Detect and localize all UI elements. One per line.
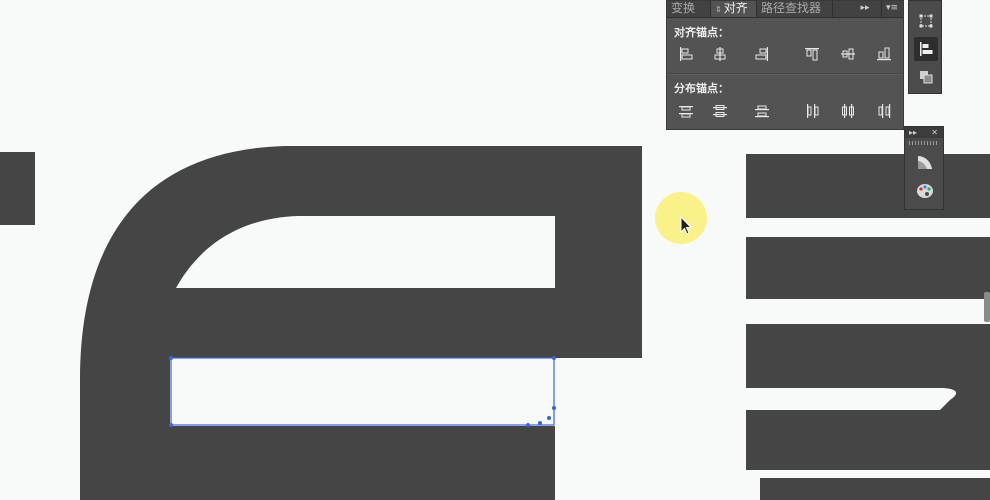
distribute-horizontal-center-button[interactable] — [837, 102, 859, 120]
floating-panel-header: ▸▸ ✕ — [905, 127, 943, 138]
horizontal-align-left-icon — [680, 47, 693, 61]
floating-panel: ▸▸ ✕ — [904, 126, 944, 210]
vertical-align-top-icon — [805, 48, 819, 61]
horizontal-align-right-icon — [755, 47, 768, 61]
drag-grip[interactable] — [909, 141, 939, 145]
align-panel: 变换 ⇕ 对齐 路径查找器 ▸▸ ▾≡ 对齐锚点： 分布锚点： — [666, 0, 904, 130]
align-panel-button[interactable] — [914, 37, 938, 61]
tab-collapse-arrows-icon: ⇕ — [715, 5, 722, 14]
distribute-bottom-button[interactable] — [751, 102, 773, 120]
tab-align-label: 对齐 — [723, 1, 748, 15]
horizontal-distribute-left-icon — [807, 104, 819, 118]
vertical-distribute-center-icon — [713, 105, 727, 117]
tab-transform-label: 变换 — [671, 1, 696, 15]
tab-pathfinder[interactable]: 路径查找器 — [757, 1, 833, 17]
panel-menu-icon[interactable]: ▾≡ — [881, 1, 902, 17]
float-collapse-icon[interactable]: ▸▸ — [909, 127, 917, 138]
pathfinder-panel-button[interactable] — [914, 65, 938, 89]
align-panel-icon — [920, 42, 933, 56]
align-top-button[interactable] — [801, 45, 823, 63]
gradient-icon — [918, 156, 932, 169]
gradient-panel-button[interactable] — [913, 151, 937, 173]
pathfinder-icon — [920, 71, 933, 84]
tab-align[interactable]: ⇕ 对齐 — [711, 1, 757, 17]
color-palette-icon — [917, 184, 933, 198]
edge-scrollbar[interactable] — [984, 292, 990, 322]
align-left-button[interactable] — [675, 45, 697, 63]
vertical-distribute-bottom-icon — [755, 105, 769, 118]
transform-panel-button[interactable] — [914, 9, 938, 33]
align-anchor-label: 对齐锚点： — [674, 26, 729, 39]
align-vertical-center-button[interactable] — [837, 45, 859, 63]
tab-transform[interactable]: 变换 — [667, 1, 711, 17]
artwork-glyph-right[interactable] — [746, 154, 990, 500]
artwork-glyph-e[interactable] — [80, 146, 642, 500]
vertical-distribute-top-icon — [679, 106, 693, 118]
distribute-left-button[interactable] — [801, 102, 823, 120]
mouse-cursor-icon — [680, 216, 693, 235]
panel-divider — [667, 73, 903, 75]
artwork-shape-bottom[interactable] — [320, 488, 405, 500]
vertical-align-center-icon — [841, 48, 855, 60]
horizontal-distribute-right-icon — [878, 104, 891, 118]
distribute-top-button[interactable] — [675, 102, 697, 120]
color-palette-panel-button[interactable] — [913, 180, 937, 202]
vertical-align-bottom-icon — [877, 47, 891, 61]
distribute-right-button[interactable] — [873, 102, 895, 120]
align-bottom-button[interactable] — [873, 45, 895, 63]
distribute-anchor-label: 分布锚点： — [674, 82, 729, 95]
align-horizontal-center-button[interactable] — [709, 45, 731, 63]
transform-bounding-box-icon — [919, 14, 933, 28]
panel-dock-toolbar — [908, 0, 942, 94]
align-right-button[interactable] — [751, 45, 773, 63]
artwork-shape-left[interactable] — [0, 152, 35, 225]
tab-pathfinder-label: 路径查找器 — [761, 1, 822, 15]
float-close-icon[interactable]: ✕ — [931, 127, 938, 138]
horizontal-align-center-icon — [714, 47, 726, 61]
distribute-vertical-center-button[interactable] — [709, 102, 731, 120]
panel-tabbar: 变换 ⇕ 对齐 路径查找器 ▸▸ ▾≡ — [667, 1, 903, 18]
panel-collapse-icon[interactable]: ▸▸ — [857, 1, 873, 17]
selected-rectangle[interactable] — [169, 356, 556, 427]
horizontal-distribute-center-icon — [842, 104, 854, 118]
